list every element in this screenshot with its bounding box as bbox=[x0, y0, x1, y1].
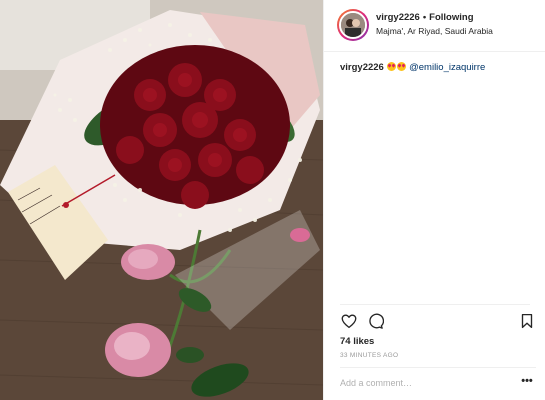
action-bar bbox=[340, 312, 536, 330]
post-photo[interactable] bbox=[0, 0, 323, 400]
divider bbox=[340, 367, 536, 368]
more-options-icon[interactable]: ••• bbox=[520, 374, 534, 390]
following-button[interactable]: Following bbox=[429, 12, 473, 23]
bookmark-icon[interactable] bbox=[518, 312, 536, 330]
post-header-text: virgy2226 • Following Majma', Ar Riyad, Sa… bbox=[376, 12, 541, 36]
post-sidebar: virgy2226 • Following Majma', Ar Riyad, Sa… bbox=[323, 0, 545, 400]
location-link[interactable]: Majma', Ar Riyad, Saudi Arabia bbox=[376, 26, 541, 36]
caption-username[interactable]: virgy2226 bbox=[340, 62, 384, 73]
header-username[interactable]: virgy2226 bbox=[376, 12, 420, 23]
divider bbox=[340, 304, 530, 305]
post-header: virgy2226 • Following Majma', Ar Riyad, Sa… bbox=[324, 0, 545, 52]
caption: virgy2226 @emilio_izaquirre bbox=[340, 62, 485, 73]
caption-mention[interactable]: @emilio_izaquirre bbox=[409, 62, 485, 73]
profile-photo-icon bbox=[341, 13, 365, 37]
heart-eyes-emoji-icon bbox=[397, 62, 407, 71]
likes-count[interactable]: 74 likes bbox=[340, 336, 374, 347]
speech-bubble-icon[interactable] bbox=[366, 312, 384, 330]
header-separator: • bbox=[422, 12, 427, 23]
avatar[interactable] bbox=[337, 9, 369, 41]
post-timestamp[interactable]: 33 MINUTES AGO bbox=[340, 352, 398, 359]
bouquet-image bbox=[0, 0, 323, 400]
heart-outline-icon[interactable] bbox=[340, 312, 358, 330]
comment-input[interactable] bbox=[340, 375, 510, 391]
heart-eyes-emoji-icon bbox=[387, 62, 397, 71]
